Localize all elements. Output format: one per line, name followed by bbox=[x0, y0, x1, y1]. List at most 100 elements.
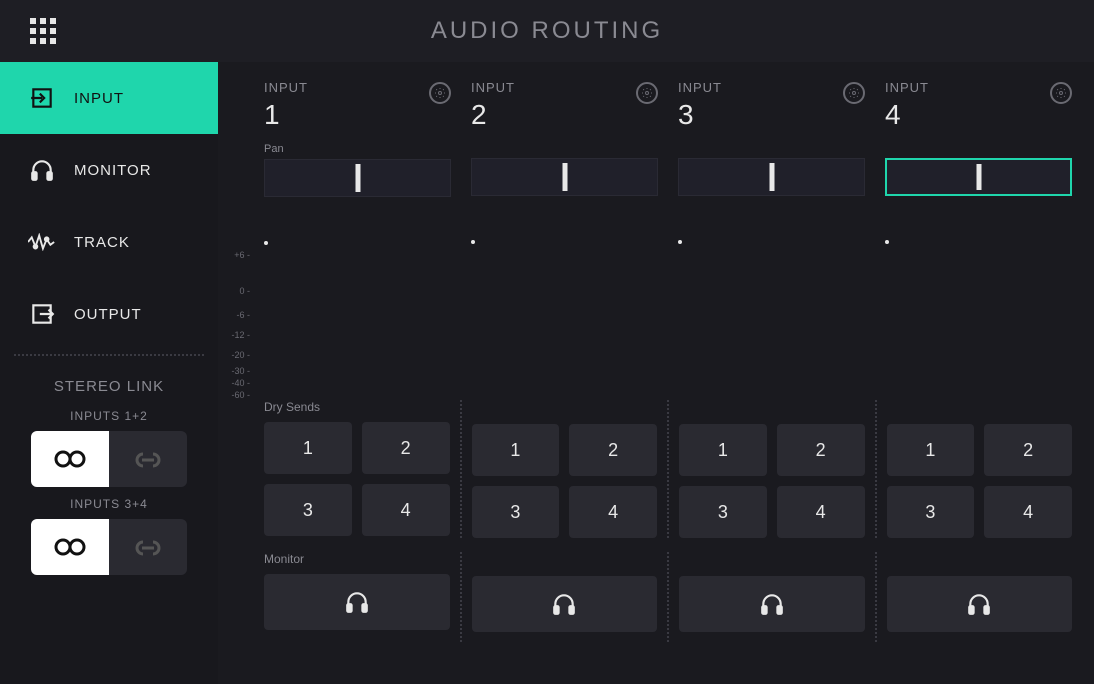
link-icon bbox=[133, 536, 163, 558]
scale-tick: -60 - bbox=[231, 390, 254, 400]
pan-slider[interactable] bbox=[471, 158, 658, 196]
channel-1: INPUT 1 Pan bbox=[254, 80, 461, 400]
channel-number: 1 bbox=[264, 99, 308, 131]
channel-settings-button[interactable] bbox=[636, 82, 658, 104]
send-button-2[interactable]: 2 bbox=[362, 422, 450, 474]
level-meter bbox=[678, 204, 865, 354]
channel-2: INPUT 2 bbox=[461, 80, 668, 400]
two-circles-icon bbox=[53, 448, 87, 470]
send-button-2[interactable]: 2 bbox=[777, 424, 865, 476]
two-circles-icon bbox=[53, 536, 87, 558]
stereo-group-label: INPUTS 3+4 bbox=[0, 497, 218, 511]
pan-slider[interactable] bbox=[885, 158, 1072, 196]
nav-item-input[interactable]: INPUT bbox=[0, 62, 218, 134]
gear-icon bbox=[641, 87, 653, 99]
level-meter bbox=[264, 205, 451, 355]
separator bbox=[14, 354, 204, 356]
headphone-icon bbox=[342, 589, 372, 615]
nav-item-label: MONITOR bbox=[74, 162, 152, 179]
level-meter bbox=[471, 204, 658, 354]
level-meter bbox=[885, 204, 1072, 354]
channel-4: INPUT 4 bbox=[875, 80, 1082, 400]
send-button-4[interactable]: 4 bbox=[362, 484, 450, 536]
pan-slider[interactable] bbox=[678, 158, 865, 196]
scale-tick: -20 - bbox=[231, 350, 254, 360]
send-button-3[interactable]: 3 bbox=[679, 486, 767, 538]
stereo-link-title: STEREO LINK bbox=[0, 378, 218, 395]
headphone-icon bbox=[28, 157, 56, 183]
sends-cell: 1234 bbox=[460, 400, 668, 538]
scale-tick: -6 - bbox=[237, 310, 255, 320]
monitor-cell bbox=[875, 552, 1083, 642]
nav-item-label: TRACK bbox=[74, 234, 130, 251]
stereo-linked-button[interactable] bbox=[109, 519, 187, 575]
channel-label: INPUT bbox=[471, 80, 515, 95]
send-button-4[interactable]: 4 bbox=[984, 486, 1072, 538]
channel-number: 2 bbox=[471, 99, 515, 131]
channel-number: 4 bbox=[885, 99, 929, 131]
monitor-cell bbox=[667, 552, 875, 642]
scale-tick: -12 - bbox=[231, 330, 254, 340]
stereo-toggle-3-4 bbox=[0, 519, 218, 575]
channel-3: INPUT 3 bbox=[668, 80, 875, 400]
gear-icon bbox=[848, 87, 860, 99]
monitor-label: Monitor bbox=[264, 552, 450, 566]
channel-label: INPUT bbox=[678, 80, 722, 95]
pan-label: Pan bbox=[264, 143, 451, 155]
send-button-4[interactable]: 4 bbox=[777, 486, 865, 538]
monitor-button[interactable] bbox=[264, 574, 450, 630]
send-button-1[interactable]: 1 bbox=[679, 424, 767, 476]
header: AUDIO ROUTING bbox=[0, 0, 1094, 62]
send-button-1[interactable]: 1 bbox=[264, 422, 352, 474]
nav-item-label: INPUT bbox=[74, 90, 124, 107]
sends-cell: Dry Sends 1234 bbox=[254, 400, 460, 538]
channel-number: 3 bbox=[678, 99, 722, 131]
headphone-icon bbox=[549, 591, 579, 617]
dry-sends-label: Dry Sends bbox=[264, 400, 450, 414]
scale-tick: 0 - bbox=[239, 286, 254, 296]
scale-tick: +6 - bbox=[234, 250, 254, 260]
scale-tick: -30 - bbox=[231, 366, 254, 376]
send-button-2[interactable]: 2 bbox=[569, 424, 657, 476]
send-button-3[interactable]: 3 bbox=[264, 484, 352, 536]
send-button-1[interactable]: 1 bbox=[887, 424, 975, 476]
stereo-unlinked-button[interactable] bbox=[31, 519, 109, 575]
send-button-1[interactable]: 1 bbox=[472, 424, 560, 476]
channel-settings-button[interactable] bbox=[429, 82, 451, 104]
pan-slider[interactable] bbox=[264, 159, 451, 197]
send-button-4[interactable]: 4 bbox=[569, 486, 657, 538]
waveform-icon bbox=[28, 233, 56, 251]
headphone-icon bbox=[964, 591, 994, 617]
sends-cell: 1234 bbox=[667, 400, 875, 538]
channel-label: INPUT bbox=[885, 80, 929, 95]
monitor-button[interactable] bbox=[679, 576, 865, 632]
content: +6 - 0 - -6 - -12 - -20 - -30 - -40 - -60 - INP… bbox=[218, 62, 1094, 684]
send-button-2[interactable]: 2 bbox=[984, 424, 1072, 476]
nav-item-output[interactable]: OUTPUT bbox=[0, 278, 218, 350]
page-title: AUDIO ROUTING bbox=[0, 17, 1094, 45]
channel-settings-button[interactable] bbox=[1050, 82, 1072, 104]
send-button-3[interactable]: 3 bbox=[887, 486, 975, 538]
scale-tick: -40 - bbox=[231, 378, 254, 388]
meter-scale: +6 - 0 - -6 - -12 - -20 - -30 - -40 - -60 - bbox=[220, 80, 254, 400]
stereo-unlinked-button[interactable] bbox=[31, 431, 109, 487]
gear-icon bbox=[434, 87, 446, 99]
stereo-linked-button[interactable] bbox=[109, 431, 187, 487]
monitor-cell bbox=[460, 552, 668, 642]
nav-item-monitor[interactable]: MONITOR bbox=[0, 134, 218, 206]
send-button-3[interactable]: 3 bbox=[472, 486, 560, 538]
monitor-button[interactable] bbox=[472, 576, 658, 632]
link-icon bbox=[133, 448, 163, 470]
stereo-toggle-1-2 bbox=[0, 431, 218, 487]
apps-grid-icon[interactable] bbox=[30, 18, 56, 44]
input-icon bbox=[28, 85, 56, 111]
nav-item-track[interactable]: TRACK bbox=[0, 206, 218, 278]
output-icon bbox=[28, 301, 56, 327]
channel-label: INPUT bbox=[264, 80, 308, 95]
stereo-group-label: INPUTS 1+2 bbox=[0, 409, 218, 423]
headphone-icon bbox=[757, 591, 787, 617]
channel-settings-button[interactable] bbox=[843, 82, 865, 104]
sends-cell: 1234 bbox=[875, 400, 1083, 538]
monitor-cell: Monitor bbox=[254, 552, 460, 642]
monitor-button[interactable] bbox=[887, 576, 1073, 632]
